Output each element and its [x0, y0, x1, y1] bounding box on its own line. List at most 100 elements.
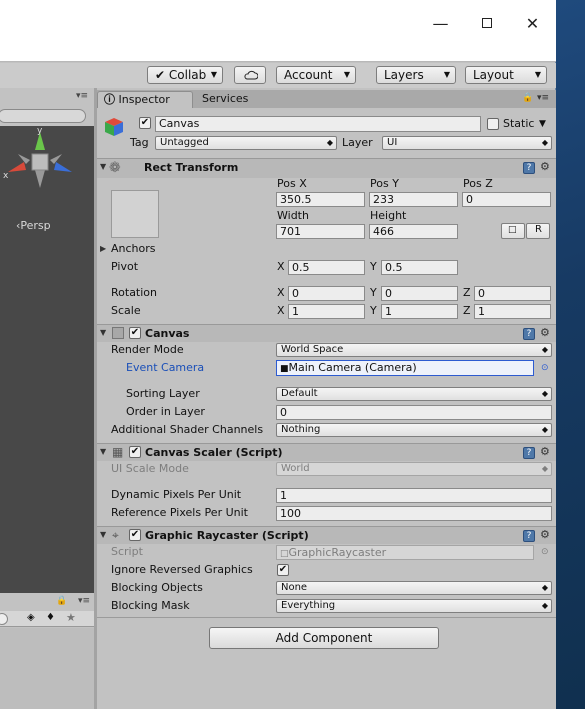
rot-x-field[interactable]: 0 [288, 286, 365, 301]
minimize-button[interactable]: — [418, 8, 463, 38]
rot-x-label: X [277, 286, 285, 299]
blueprint-icon: □ [508, 225, 517, 235]
layer-dropdown[interactable]: UI ◆ [382, 136, 552, 150]
graphic-raycaster-header[interactable]: ▼ ⌖ ✔ Graphic Raycaster (Script) ? ⚙ [97, 526, 556, 544]
maximize-button[interactable] [464, 8, 509, 38]
active-checkbox[interactable]: ✔ [139, 117, 151, 129]
event-camera-field[interactable]: ■Main Camera (Camera) [276, 360, 534, 376]
render-mode-dropdown[interactable]: World Space ◆ [276, 343, 552, 357]
script-file-icon: □ [280, 549, 289, 559]
canvas-scaler-enabled-checkbox[interactable]: ✔ [129, 446, 141, 458]
anchor-presets-button[interactable] [111, 190, 159, 238]
rect-transform-header[interactable]: ▼ ❁ Rect Transform ? ⚙ [97, 158, 556, 178]
canvas-enabled-checkbox[interactable]: ✔ [129, 327, 141, 339]
shader-channels-dropdown[interactable]: Nothing ◆ [276, 423, 552, 437]
script-value: GraphicRaycaster [288, 546, 387, 559]
add-component-button[interactable]: Add Component [209, 627, 439, 649]
ignore-reversed-checkbox[interactable]: ✔ [277, 564, 289, 576]
dynamic-ppu-field[interactable]: 1 [276, 488, 552, 503]
lock-icon[interactable]: 🔒 [522, 93, 533, 103]
scale-y-field[interactable]: 1 [381, 304, 458, 319]
divider [97, 617, 556, 618]
posx-field[interactable]: 350.5 [276, 192, 365, 207]
persp-label[interactable]: ‹Persp [16, 219, 51, 232]
expand-triangle-icon[interactable]: ▶ [100, 241, 106, 257]
expand-triangle-icon: ▼ [100, 447, 107, 456]
filter-label-icon[interactable]: ♦ [46, 612, 55, 623]
collab-button[interactable]: ✔ Collab ▼ [147, 66, 223, 84]
blocking-objects-dropdown[interactable]: None ◆ [276, 581, 552, 595]
blueprint-mode-button[interactable]: □ [501, 223, 525, 239]
project-list[interactable] [0, 628, 94, 709]
help-icon[interactable]: ? [523, 162, 535, 174]
sorting-layer-dropdown[interactable]: Default ◆ [276, 387, 552, 401]
filter-type-icon[interactable]: ◈ [27, 612, 35, 623]
chevron-updown-icon: ◆ [541, 464, 548, 473]
static-checkbox[interactable] [487, 118, 499, 130]
tab-inspector[interactable]: ⓘ Inspector [97, 91, 193, 108]
tag-dropdown[interactable]: Untagged ◆ [155, 136, 337, 150]
scale-z-field[interactable]: 1 [474, 304, 551, 319]
order-field[interactable]: 0 [276, 405, 552, 420]
height-label: Height [370, 209, 407, 222]
help-icon[interactable]: ? [523, 447, 535, 459]
close-button[interactable]: ✕ [510, 8, 555, 38]
anchors-foldout[interactable]: Anchors [111, 241, 156, 257]
desktop-background [555, 0, 585, 709]
pivot-x-label: X [277, 260, 285, 273]
canvas-header[interactable]: ▼ ✔ Canvas ? ⚙ [97, 324, 556, 342]
account-dropdown[interactable]: Account ▼ [276, 66, 356, 84]
tag-label: Tag [130, 136, 149, 149]
help-icon[interactable]: ? [523, 530, 535, 542]
rot-z-field[interactable]: 0 [474, 286, 551, 301]
pivot-x-field[interactable]: 0.5 [288, 260, 365, 275]
gear-icon[interactable]: ⚙ [540, 327, 550, 339]
object-picker-icon: ⊙ [541, 547, 549, 557]
order-label: Order in Layer [126, 405, 205, 418]
width-field[interactable]: 701 [276, 224, 365, 239]
favorite-star-icon[interactable]: ★ [66, 611, 76, 624]
blocking-objects-value: None [281, 582, 308, 593]
project-panel: 🔒 ▾≡ ◈ ♦ ★ [0, 594, 94, 709]
graphic-raycaster-title: Graphic Raycaster (Script) [145, 529, 309, 542]
render-mode-label: Render Mode [111, 343, 184, 356]
unity-editor-window: — ✕ ✔ Collab ▼ Account ▼ Layers ▼ Layout ▼ ▾… [0, 0, 556, 709]
layers-label: Layers [384, 68, 424, 82]
cloud-button[interactable] [234, 66, 266, 84]
reference-ppu-field[interactable]: 100 [276, 506, 552, 521]
graphic-raycaster-enabled-checkbox[interactable]: ✔ [129, 529, 141, 541]
panel-menu-icon[interactable]: ▾≡ [76, 91, 88, 101]
object-name-field[interactable]: Canvas [155, 116, 481, 132]
panel-menu-icon[interactable]: ▾≡ [537, 93, 549, 103]
gear-icon[interactable]: ⚙ [540, 446, 550, 458]
height-field[interactable]: 466 [369, 224, 458, 239]
tab-inspector-label: Inspector [118, 93, 170, 106]
gear-icon[interactable]: ⚙ [540, 529, 550, 541]
script-label: Script [111, 545, 143, 558]
scene-gizmo-icon[interactable]: y x [0, 128, 94, 208]
rot-y-field[interactable]: 0 [381, 286, 458, 301]
posy-field[interactable]: 233 [369, 192, 458, 207]
scale-x-field[interactable]: 1 [288, 304, 365, 319]
scene-view[interactable]: ▾≡ y x ‹Persp [0, 88, 94, 593]
panel-menu-icon[interactable]: ▾≡ [78, 596, 90, 606]
lock-icon[interactable]: 🔒 [56, 596, 67, 606]
object-picker-icon[interactable]: ⊙ [541, 360, 549, 376]
tab-services[interactable]: Services [196, 91, 254, 108]
raw-edit-button[interactable]: R [526, 223, 550, 239]
scene-search-field[interactable] [0, 109, 86, 123]
help-icon[interactable]: ? [523, 328, 535, 340]
canvas-scaler-header[interactable]: ▼ ▦ ✔ Canvas Scaler (Script) ? ⚙ [97, 443, 556, 461]
search-clear-button[interactable] [0, 613, 8, 625]
gear-icon[interactable]: ⚙ [540, 161, 550, 173]
pivot-y-field[interactable]: 0.5 [381, 260, 458, 275]
width-label: Width [277, 209, 309, 222]
expand-triangle-icon: ▼ [100, 162, 107, 171]
posz-field[interactable]: 0 [462, 192, 551, 207]
layout-dropdown[interactable]: Layout ▼ [465, 66, 547, 84]
layers-dropdown[interactable]: Layers ▼ [376, 66, 456, 84]
scale-label: Scale [111, 304, 141, 317]
graphic-raycaster-icon: ⌖ [112, 528, 119, 542]
blocking-mask-dropdown[interactable]: Everything ◆ [276, 599, 552, 613]
chevron-down-icon[interactable]: ▼ [539, 116, 546, 132]
